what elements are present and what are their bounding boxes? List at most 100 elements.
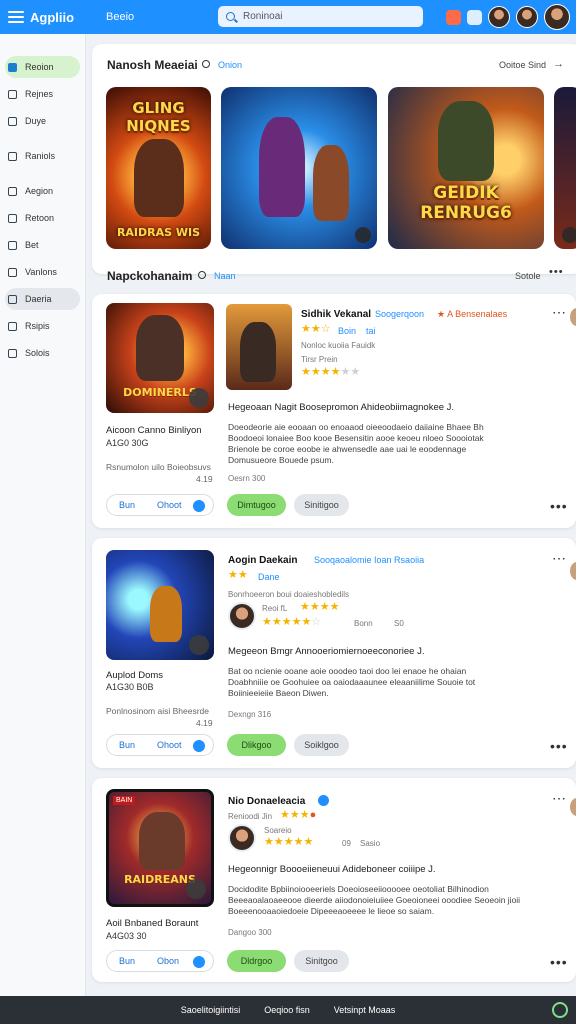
footer-link[interactable]: Vetsinpt Moaas — [334, 1005, 396, 1015]
sidebar-item-label: Aegion — [25, 186, 54, 196]
expand-icon[interactable] — [562, 227, 576, 243]
avatar[interactable] — [488, 6, 510, 28]
hamburger-icon[interactable] — [8, 11, 24, 23]
app-brand[interactable]: Agpliio — [30, 10, 106, 25]
card-link[interactable]: Soogerqoon — [375, 309, 424, 319]
game-cover[interactable]: GLING NIQNES RAIDRAS WIS — [106, 87, 211, 249]
sidebar-item-home[interactable]: Reoion — [5, 56, 80, 78]
sidebar-item-check[interactable]: Aegion — [5, 180, 80, 202]
sidebar-item-window[interactable]: Daeria — [5, 288, 80, 310]
footer-link[interactable]: Oeqioo fisn — [264, 1005, 310, 1015]
card-link[interactable]: Sooqaoalomie Ioan Rsaoiia — [314, 555, 424, 565]
share-label: Ohoot — [157, 740, 182, 750]
play-button[interactable]: Bun Ohoot — [106, 494, 214, 516]
sidebar-item-list[interactable]: Rejnes — [5, 83, 80, 105]
game-card: BAIN RAIDREANS Aoil Bnbaned Boraunt A4G0… — [92, 778, 576, 982]
game-thumbnail[interactable]: DOMINERLS — [106, 303, 214, 413]
verified-icon — [318, 795, 329, 806]
download-button[interactable]: Dlikgoo — [227, 734, 286, 756]
description-line: Bat oo ncienie ooane aoie ooodeo taoi do… — [228, 666, 467, 676]
search-placeholder: Roninoai — [243, 11, 283, 22]
play-label: Bun — [119, 956, 136, 966]
cover-title: GLING NIQNES — [126, 99, 191, 135]
footer-link[interactable]: Saoelitoigiintisi — [181, 1005, 241, 1015]
search-icon[interactable] — [202, 60, 210, 68]
play-label: Bun — [119, 740, 136, 750]
more-icon[interactable]: ••• — [550, 738, 568, 754]
expand-icon[interactable] — [355, 227, 371, 243]
avatar[interactable] — [228, 824, 256, 852]
sidebar-item-settings[interactable]: Solois — [5, 342, 80, 364]
more-icon[interactable]: ⋯ — [552, 550, 567, 567]
sort-link[interactable]: Sotole — [515, 271, 541, 281]
sidebar-item-gear[interactable]: Vanlons — [5, 261, 80, 283]
rating-tail: Sasio — [360, 839, 381, 848]
card-date: Dangoo 300 — [228, 928, 272, 937]
character-art — [150, 586, 182, 642]
section-link[interactable]: Onion — [218, 60, 242, 70]
description-line: Brienole be coroe eoobe ie ahwensedle aa… — [228, 444, 467, 454]
rating-number: S0 — [394, 619, 404, 628]
sidebar-item-label: Vanlons — [25, 267, 57, 277]
heart-icon[interactable] — [193, 956, 205, 968]
rating-label: tai — [366, 326, 376, 336]
sidebar-item-folder[interactable]: Raniols — [5, 145, 80, 167]
sidebar-item-star[interactable]: Bet — [5, 234, 80, 256]
card-line: Tirsr Prein — [301, 355, 338, 364]
expand-icon[interactable] — [189, 635, 209, 655]
expand-icon[interactable] — [189, 388, 209, 408]
profile-avatar[interactable] — [544, 4, 570, 30]
search-icon — [226, 12, 235, 21]
play-button[interactable]: Bun Ohoot — [106, 734, 214, 756]
rating-stars: ★★★★★☆ — [262, 616, 322, 628]
expand-icon[interactable] — [186, 879, 206, 899]
avatar[interactable] — [228, 602, 256, 630]
game-cover[interactable]: GEIDIK RENRUG6 — [388, 87, 544, 249]
character-art — [259, 117, 305, 217]
sidebar-item-doc[interactable]: Rsipis — [5, 315, 80, 337]
more-icon[interactable]: ⋯ — [552, 790, 567, 807]
more-icon[interactable]: ••• — [550, 954, 568, 970]
more-icon[interactable]: ⋯ — [552, 304, 567, 321]
footer-bar: Saoelitoigiintisi Oeqioo fisn Vetsinpt M… — [0, 996, 576, 1024]
description-line: Boodoeoi lonaiee Boo kooe Besensitin aoo… — [228, 433, 484, 443]
heart-icon[interactable] — [193, 740, 205, 752]
game-thumbnail[interactable] — [226, 304, 292, 390]
game-meta-value: 4.19 — [196, 718, 213, 728]
download-button[interactable]: Dldrgoo — [227, 950, 286, 972]
top-link[interactable]: Beeio — [106, 11, 216, 23]
character-art — [134, 139, 184, 217]
arrow-right-icon[interactable]: → — [553, 58, 564, 70]
section-link[interactable]: Naan — [214, 271, 236, 281]
status-icon[interactable] — [552, 1002, 568, 1018]
grid-icon[interactable] — [467, 9, 482, 25]
list-icon — [8, 89, 17, 99]
folder-icon — [8, 151, 17, 161]
settings-button[interactable]: Sinitgoo — [294, 950, 349, 972]
search-icon[interactable] — [198, 271, 206, 279]
section-title: Nanosh Meaeiai — [107, 58, 198, 72]
see-all-link[interactable]: Ooitoe Sind — [499, 60, 546, 70]
featured-section: Nanosh Meaeiai Onion Ooitoe Sind → GLING… — [92, 44, 576, 274]
more-icon[interactable]: ••• — [550, 498, 568, 514]
game-cover[interactable] — [221, 87, 377, 249]
heart-icon[interactable] — [193, 500, 205, 512]
download-button[interactable]: Dimtugoo — [227, 494, 286, 516]
settings-button[interactable]: Sinitigoo — [294, 494, 349, 516]
settings-button[interactable]: Soiklgoo — [294, 734, 349, 756]
more-icon[interactable]: ••• — [549, 266, 564, 278]
description-line: Beeeaoalaoaeeooe dieerde aiiodonoieiuiie… — [228, 895, 521, 905]
sidebar-item-box[interactable]: Retoon — [5, 207, 80, 229]
game-cover[interactable] — [554, 87, 576, 249]
notification-icon[interactable] — [446, 9, 461, 25]
game-thumbnail[interactable]: BAIN RAIDREANS — [106, 789, 214, 907]
doc-icon — [8, 321, 17, 331]
share-label: Obon — [157, 956, 180, 966]
reviewer-subtitle: Soareio — [264, 826, 292, 835]
card-title: Aogin Daekain — [228, 555, 298, 566]
search-input[interactable]: Roninoai — [218, 6, 423, 27]
play-button[interactable]: Bun Obon — [106, 950, 214, 972]
sidebar-item-tag[interactable]: Duye — [5, 110, 80, 132]
avatar[interactable] — [516, 6, 538, 28]
game-thumbnail[interactable] — [106, 550, 214, 660]
